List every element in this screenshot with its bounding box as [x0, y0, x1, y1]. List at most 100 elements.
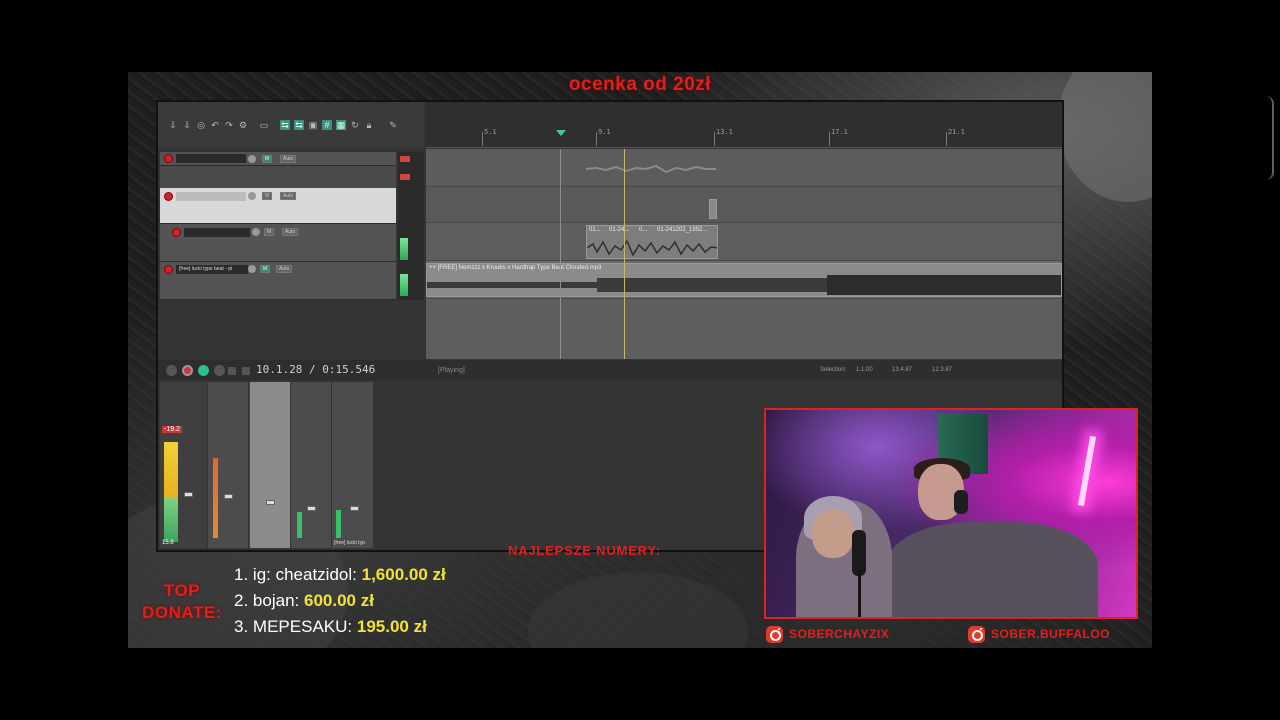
- clip-indicator: [400, 174, 410, 180]
- ripple-all-icon[interactable]: ⇆: [294, 120, 304, 130]
- track-meter: [400, 238, 408, 260]
- master-fader[interactable]: [184, 492, 193, 497]
- social-handle-right: SOBER.BUFFALOO: [968, 624, 1110, 644]
- track-lane[interactable]: [426, 149, 1062, 187]
- donor-name: MEPESAKU:: [252, 617, 353, 636]
- automation-button[interactable]: Auto: [282, 228, 299, 236]
- ruler-tick: [714, 132, 715, 146]
- donor-rank: 3.: [234, 617, 249, 636]
- donor-rank: 1.: [234, 565, 249, 584]
- track-name[interactable]: [184, 228, 250, 237]
- stop-button[interactable]: [228, 367, 236, 375]
- mute-button[interactable]: M: [264, 228, 275, 236]
- audio-clip[interactable]: [709, 199, 717, 219]
- info-icon[interactable]: ◎: [196, 120, 206, 130]
- donor-amount: 1,600.00 zł: [361, 565, 446, 584]
- record-arm-button[interactable]: [172, 228, 181, 237]
- selection-label: Selection:: [820, 367, 847, 373]
- transport-bar: 10.1.28 / 0:15.546 [Playing] Selection: …: [158, 360, 1062, 380]
- volume-knob[interactable]: [248, 192, 256, 200]
- play-button[interactable]: [198, 365, 209, 376]
- record-arm-button[interactable]: [164, 154, 173, 163]
- instagram-icon: [968, 625, 985, 643]
- automation-button[interactable]: Auto: [280, 192, 297, 200]
- track-header-master[interactable]: M Auto: [160, 152, 396, 166]
- mute-button[interactable]: M: [262, 155, 273, 163]
- lock-icon[interactable]: 🔒︎: [364, 120, 374, 130]
- track-header-vocal[interactable]: M Auto: [160, 188, 396, 224]
- record-button[interactable]: [182, 365, 193, 376]
- daw-toolbar: ⇩ ⇩ ◎ ↶ ↷ ⚙ ▭ ⇆ ⇆ ▣ # ▦ ↻ 🔒︎ ✎: [158, 102, 424, 148]
- ruler-tick: [596, 132, 597, 146]
- mixer-strip[interactable]: [250, 382, 291, 548]
- redo-icon[interactable]: ↷: [224, 120, 234, 130]
- track-name[interactable]: [free] lucki type beat - pi: [176, 265, 248, 274]
- donor-amount: 195.00 zł: [356, 617, 427, 636]
- donor-row: 1. ig: cheatzidol: 1,600.00 zł: [234, 562, 446, 588]
- channel-fader[interactable]: [224, 494, 233, 499]
- volume-knob[interactable]: [252, 228, 260, 236]
- volume-knob[interactable]: [248, 155, 256, 163]
- player-edge-indicator: [1266, 96, 1274, 180]
- automation-button[interactable]: Auto: [280, 155, 297, 163]
- track-header-adlib[interactable]: M Auto: [160, 224, 396, 262]
- channel-fader[interactable]: [307, 506, 316, 511]
- track-lane[interactable]: ++ [FREE] Nemzzz x Kruubs x Hardtrap Typ…: [426, 261, 1062, 299]
- volume-knob[interactable]: [248, 265, 256, 273]
- mute-button[interactable]: M: [260, 265, 271, 273]
- track-name[interactable]: [176, 192, 246, 201]
- neon-light: [1077, 436, 1097, 506]
- ripple-icon[interactable]: ⇆: [280, 120, 290, 130]
- channel-fader[interactable]: [266, 500, 275, 505]
- donor-row: 2. bojan: 600.00 zł: [234, 588, 446, 614]
- repeat-icon[interactable]: [214, 365, 225, 376]
- person-left-face: [812, 510, 854, 558]
- track-lane[interactable]: [426, 187, 1062, 223]
- pin-icon[interactable]: ✎: [388, 120, 398, 130]
- channel-fader[interactable]: [350, 506, 359, 511]
- best-numbers-title: NAJLEPSZE NUMERY:: [508, 543, 662, 558]
- automation-button[interactable]: Auto: [276, 265, 293, 273]
- playhead-line[interactable]: [624, 149, 625, 359]
- open-project-icon[interactable]: ⇩: [182, 120, 192, 130]
- grid-snap-icon[interactable]: #: [322, 120, 332, 130]
- selection-start[interactable]: 1.1.00: [856, 367, 873, 373]
- loop-start-marker[interactable]: [556, 130, 566, 136]
- donor-list: 1. ig: cheatzidol: 1,600.00 zł 2. bojan:…: [234, 562, 446, 640]
- ruler-tick: [829, 132, 830, 146]
- record-arm-button[interactable]: [164, 265, 173, 274]
- timeline-ruler[interactable]: 5.1 9.1 13.1 17.1 21.1: [426, 102, 1062, 148]
- mute-button[interactable]: M: [262, 192, 273, 200]
- settings-icon[interactable]: ⚙: [238, 120, 248, 130]
- selection-end[interactable]: 13.4.87: [892, 367, 912, 373]
- track-name[interactable]: [176, 154, 246, 163]
- ruler-tick: [482, 132, 483, 146]
- mixer-strip[interactable]: [291, 382, 332, 548]
- selection-length[interactable]: 12.3.87: [932, 367, 952, 373]
- new-project-icon[interactable]: ⇩: [168, 120, 178, 130]
- top-donate-label: TOP DONATE:: [134, 580, 230, 624]
- vu-meter: [213, 458, 218, 538]
- vocal-clip-group[interactable]: 01... 01-24... 0... 01-241202_1952...: [586, 225, 718, 259]
- record-arm-button[interactable]: [164, 192, 173, 201]
- arrange-view[interactable]: 01... 01-24... 0... 01-241202_1952... ++…: [426, 149, 1062, 359]
- grid-icon[interactable]: ▭: [258, 120, 270, 130]
- track-meters: [398, 152, 424, 300]
- clip-label: 01...: [589, 227, 601, 233]
- pause-button[interactable]: [242, 367, 250, 375]
- snap-icon[interactable]: ▣: [308, 120, 318, 130]
- mixer-strip[interactable]: [208, 382, 249, 548]
- ruler-mark: 13.1: [716, 128, 733, 136]
- ruler-mark: 9.1: [598, 128, 611, 136]
- track-header-beat[interactable]: [free] lucki type beat - pi M Auto: [160, 262, 396, 300]
- ruler-mark: 17.1: [831, 128, 848, 136]
- undo-icon[interactable]: ↶: [210, 120, 220, 130]
- mixer-strip[interactable]: [free] lucki typ: [332, 382, 374, 548]
- go-to-start-icon[interactable]: [166, 365, 177, 376]
- lock-grid-icon[interactable]: ▦: [336, 120, 346, 130]
- beat-clip[interactable]: ++ [FREE] Nemzzz x Kruubs x Hardtrap Typ…: [426, 263, 1062, 297]
- mixer-strip-master[interactable]: -19.2 15.8: [160, 382, 208, 548]
- track-lane[interactable]: 01... 01-24... 0... 01-241202_1952...: [426, 223, 1062, 261]
- loop-icon[interactable]: ↻: [350, 120, 360, 130]
- clip-label: 01-241202_1952...: [657, 227, 708, 233]
